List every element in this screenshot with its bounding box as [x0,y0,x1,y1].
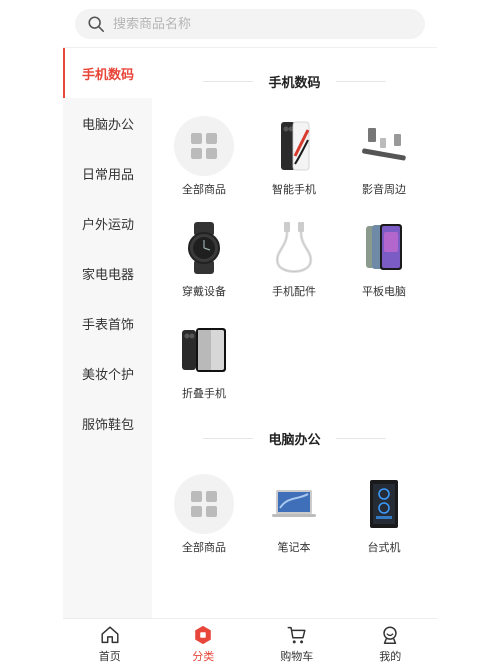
subcategory-label: 全部商品 [182,183,226,196]
title-line-right [335,437,386,439]
tab-category[interactable]: 分类 [157,619,251,668]
tablet-icon [366,224,402,270]
subcategory-all-products[interactable]: 全部商品 [160,474,248,564]
all-products-icon [174,474,234,534]
sidebar-item-home-appliances[interactable]: 家电电器 [63,248,152,298]
desktop-pc-icon [370,480,398,528]
home-icon [101,625,119,643]
smartwatch-icon [188,222,220,274]
section-title-text: 手机数码 [268,75,321,91]
category-icon [195,625,212,644]
sidebar-item-label: 日常用品 [82,167,135,183]
tab-label: 首页 [98,649,121,663]
subcategory-label: 影音周边 [362,183,406,196]
sidebar-item-watches-jewelry[interactable]: 手表首饰 [63,298,152,348]
all-products-icon [174,116,234,176]
tab-home[interactable]: 首页 [63,619,157,668]
subcategory-phone-accessories[interactable]: 手机配件 [250,218,338,308]
subcategory-label: 台式机 [367,541,401,554]
sidebar-item-label: 家电电器 [82,267,135,283]
search-icon [88,16,105,33]
subcategory-desktops[interactable]: 台式机 [340,474,428,564]
sidebar-item-label: 手机数码 [82,67,135,83]
laptop-icon [272,490,316,517]
sidebar-item-computers-office[interactable]: 电脑办公 [63,98,152,148]
audio-accessories-icon [362,128,406,161]
tab-label: 我的 [379,649,402,663]
subcategory-tablets[interactable]: 平板电脑 [340,218,428,308]
tab-cart[interactable]: 购物车 [250,619,344,668]
subcategory-laptops[interactable]: 笔记本 [250,474,338,564]
subcategory-label: 智能手机 [272,183,316,196]
category-content: 手机数码 全部商品 智能手机 影音周边 穿戴设备 手机配件 平板电脑 折叠手机 … [152,48,437,618]
smartphone-icon [281,121,310,171]
tab-profile[interactable]: 我的 [344,619,438,668]
subcategory-label: 穿戴设备 [182,285,226,298]
title-line-left [203,80,254,82]
sidebar-item-label: 电脑办公 [82,117,135,133]
title-line-right [335,80,386,82]
sidebar-item-phones-digital[interactable]: 手机数码 [63,48,152,98]
section-title-text: 电脑办公 [268,432,321,448]
foldable-phone-icon [182,328,226,372]
section-title-phones-digital: 手机数码 [152,71,437,91]
bottom-tab-bar: 首页 分类 购物车 我的 [63,618,437,668]
subcategory-smartphones[interactable]: 智能手机 [250,116,338,206]
sidebar-item-outdoor-sports[interactable]: 户外运动 [63,198,152,248]
cable-icon [275,222,313,273]
category-sidebar: 手机数码 电脑办公 日常用品 户外运动 家电电器 手表首饰 美妆个护 服饰鞋包 [63,48,152,618]
sidebar-item-label: 手表首饰 [82,317,135,333]
cart-icon [287,626,306,643]
subcategory-label: 笔记本 [277,541,311,554]
subcategory-foldable-phones[interactable]: 折叠手机 [160,320,248,410]
subcategory-label: 平板电脑 [362,285,406,298]
subcategory-all-products[interactable]: 全部商品 [160,116,248,206]
sidebar-item-apparel-bags[interactable]: 服饰鞋包 [63,398,152,448]
sidebar-item-beauty-care[interactable]: 美妆个护 [63,348,152,398]
subcategory-label: 折叠手机 [182,387,226,400]
title-line-left [203,437,254,439]
sidebar-item-label: 服饰鞋包 [82,417,135,433]
subcategory-wearables[interactable]: 穿戴设备 [160,218,248,308]
section-title-computers-office: 电脑办公 [152,428,437,448]
tab-label: 购物车 [280,649,314,663]
subcategory-audio-accessories[interactable]: 影音周边 [340,116,428,206]
app: 手机数码 电脑办公 日常用品 户外运动 家电电器 手表首饰 美妆个护 服饰鞋包 … [63,0,437,668]
search-input[interactable] [113,16,393,32]
subcategory-label: 手机配件 [272,285,316,298]
sidebar-item-label: 户外运动 [82,217,135,233]
sidebar-item-label: 美妆个护 [82,367,135,383]
sidebar-item-daily-goods[interactable]: 日常用品 [63,148,152,198]
subcategory-label: 全部商品 [182,541,226,554]
profile-icon [383,625,397,644]
search-bar[interactable] [75,9,425,39]
tab-label: 分类 [192,649,215,663]
